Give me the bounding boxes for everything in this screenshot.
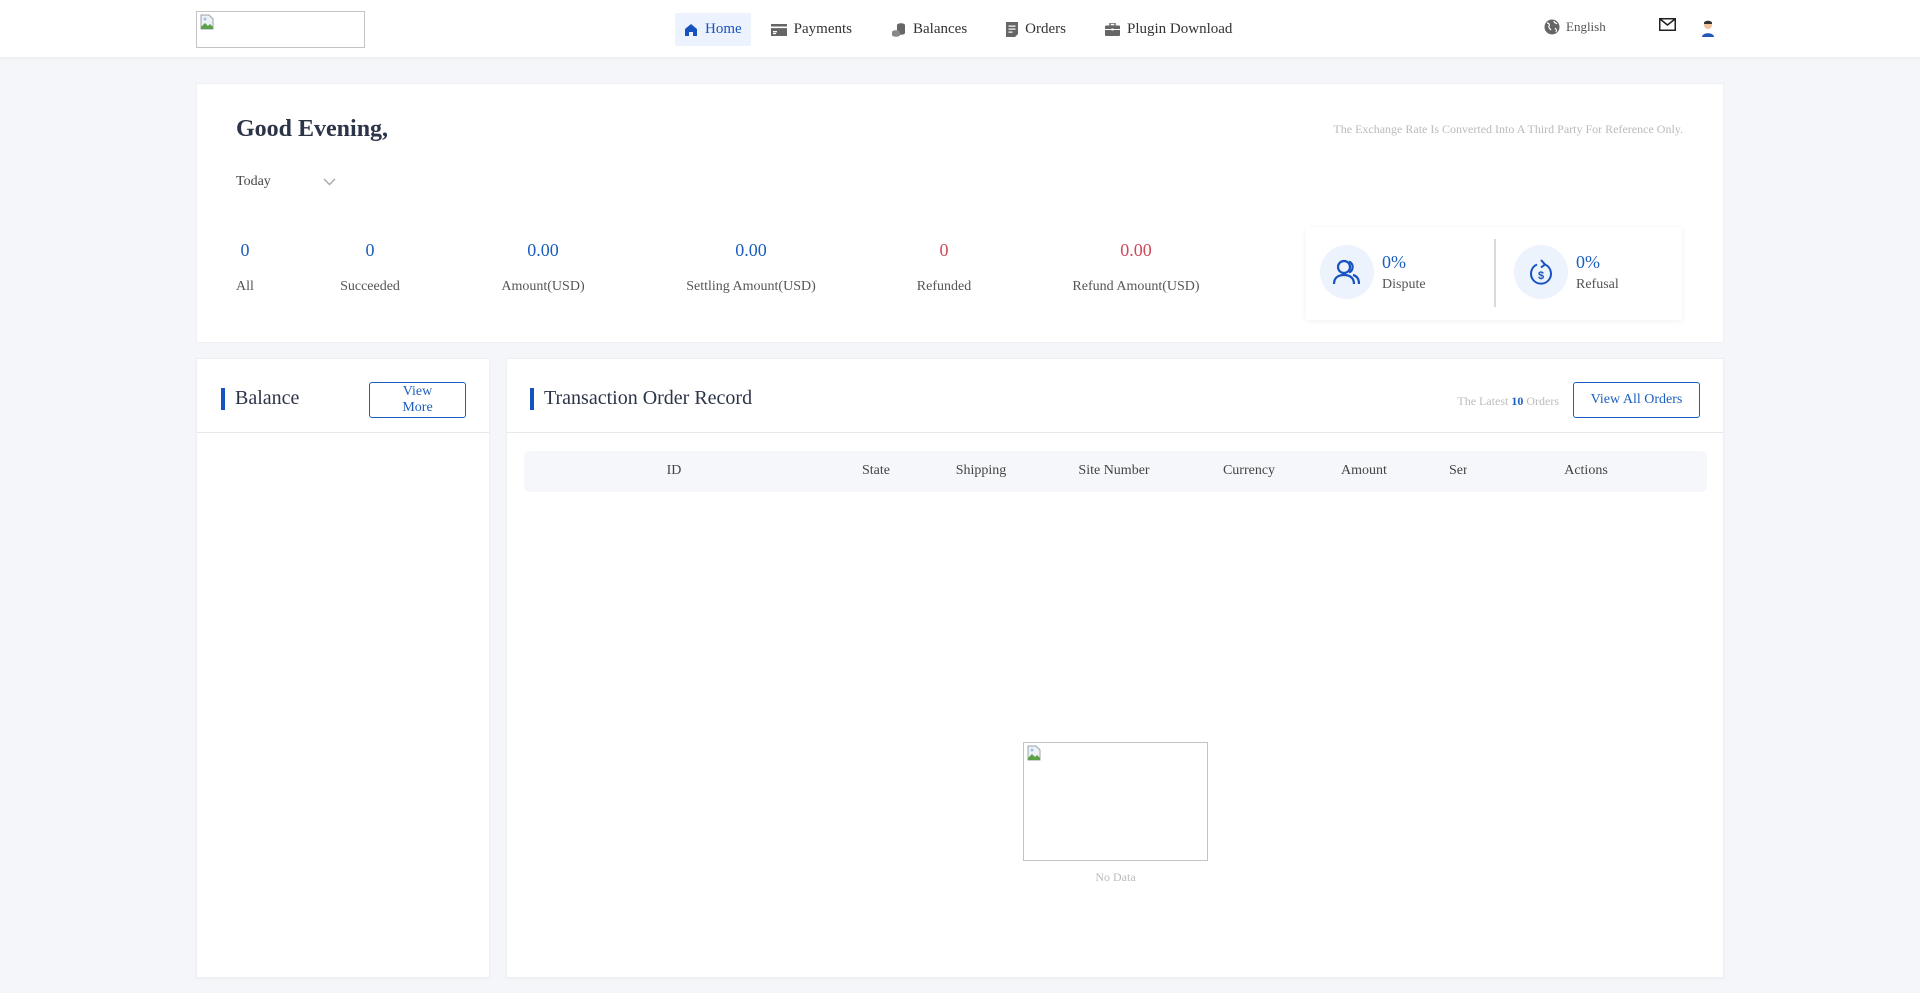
latest-suffix: Orders: [1523, 394, 1559, 408]
nav-item-label: Orders: [1025, 21, 1066, 37]
card-icon: [770, 23, 787, 36]
empty-state: No Data: [1023, 742, 1208, 885]
orders-title-text: Transaction Order Record: [544, 387, 753, 409]
refund-dollar-icon: $: [1530, 259, 1552, 285]
greeting-title: Good Evening,: [236, 116, 389, 142]
stat-value: 0.00: [527, 240, 559, 260]
dispute-icon-circle: [1320, 245, 1374, 299]
dispute-label: Dispute: [1382, 276, 1426, 292]
document-icon: [1006, 22, 1019, 37]
refusal-icon-circle: $: [1514, 245, 1568, 299]
exchange-rate-note: The Exchange Rate Is Converted Into A Th…: [1333, 122, 1683, 136]
summary-card: Good Evening, The Exchange Rate Is Conve…: [196, 83, 1724, 343]
column-header-amount[interactable]: Amount: [1341, 463, 1387, 479]
nav-item-orders[interactable]: Orders: [997, 13, 1075, 46]
period-value: Today: [236, 174, 271, 189]
nav-item-balances[interactable]: Balances: [882, 13, 976, 46]
stat-value: 0.00: [735, 240, 767, 260]
column-header-actions[interactable]: Actions: [1564, 463, 1608, 479]
globe-icon: [1544, 19, 1560, 35]
coins-icon: [892, 23, 906, 37]
dispute-value: 0%: [1382, 251, 1406, 272]
top-navigation-bar: Home Payments Balances Orders Plugin Dow…: [0, 0, 1920, 58]
rate-box: 0% Dispute $ 0% Refusal: [1306, 227, 1682, 320]
stat-label: Settling Amount(USD): [686, 279, 816, 294]
latest-orders-note: The Latest 10 Orders: [1457, 394, 1559, 409]
rate-divider: [1494, 239, 1496, 307]
view-all-orders-button[interactable]: View All Orders: [1573, 382, 1700, 418]
stat-label: Refunded: [916, 279, 972, 294]
stat-all: 0 All: [236, 240, 254, 295]
refusal-value: 0%: [1576, 251, 1600, 272]
column-header-currency[interactable]: Currency: [1223, 463, 1275, 479]
stat-value: 0: [240, 240, 250, 260]
title-accent-bar: [221, 387, 225, 410]
balance-title: Balance: [221, 387, 299, 410]
logo-image[interactable]: [196, 11, 365, 48]
nav-item-plugin-download[interactable]: Plugin Download: [1096, 13, 1241, 46]
latest-prefix: The Latest: [1457, 394, 1512, 408]
nav-item-payments[interactable]: Payments: [762, 13, 861, 46]
empty-state-text: No Data: [1095, 870, 1136, 884]
nav-item-label: Plugin Download: [1126, 21, 1233, 37]
refusal-rate: $ 0% Refusal: [1514, 245, 1619, 299]
language-selector[interactable]: English: [1544, 19, 1606, 35]
refusal-label: Refusal: [1576, 276, 1619, 292]
stat-value: 0.00: [1120, 240, 1152, 260]
balance-panel-header: Balance View More: [197, 359, 489, 433]
nav-item-label: Payments: [793, 21, 853, 37]
balance-panel: Balance View More: [196, 358, 490, 978]
stat-refund-amount: 0.00 Refund Amount(USD): [1072, 240, 1199, 295]
stat-value: 0: [939, 240, 949, 260]
nav-item-label: Balances: [913, 21, 968, 37]
stat-amount: 0.00 Amount(USD): [501, 240, 584, 295]
stat-label: Amount(USD): [501, 279, 585, 294]
language-label: English: [1566, 19, 1606, 34]
stat-succeeded: 0 Succeeded: [340, 240, 400, 295]
stat-label: Refund Amount(USD): [1072, 279, 1200, 294]
nav-item-home[interactable]: Home: [675, 13, 751, 46]
briefcase-icon: [1104, 23, 1120, 36]
period-select[interactable]: Today: [236, 174, 336, 190]
orders-table-header: ID State Shipping Site Number Currency A…: [524, 451, 1707, 492]
broken-image-icon: [200, 14, 214, 30]
svg-text:$: $: [1538, 270, 1544, 282]
column-header-shipping[interactable]: Shipping: [956, 463, 1007, 479]
stat-settling-amount: 0.00 Settling Amount(USD): [686, 240, 816, 295]
empty-state-image: [1023, 742, 1208, 861]
nav-item-label: Home: [705, 21, 742, 37]
column-header-ser[interactable]: Ser: [1449, 463, 1467, 479]
column-header-site-number[interactable]: Site Number: [1078, 463, 1149, 479]
stat-value: 0: [365, 240, 375, 260]
transaction-orders-panel: Transaction Order Record The Latest 10 O…: [506, 358, 1724, 978]
stat-label: Succeeded: [340, 279, 400, 294]
chevron-down-icon: [323, 178, 336, 186]
users-icon: [1333, 259, 1361, 285]
view-more-button[interactable]: View More: [369, 382, 466, 418]
main-nav: Home Payments Balances Orders Plugin Dow…: [675, 13, 1250, 46]
stat-refunded: 0 Refunded: [917, 240, 971, 295]
column-header-state[interactable]: State: [862, 463, 890, 479]
home-icon: [685, 23, 697, 36]
balance-title-text: Balance: [235, 387, 300, 409]
stat-label: All: [236, 279, 254, 294]
title-accent-bar: [530, 387, 534, 410]
dispute-rate: 0% Dispute: [1320, 245, 1426, 299]
orders-title: Transaction Order Record: [530, 387, 752, 410]
broken-image-icon: [1027, 745, 1041, 761]
column-header-id[interactable]: ID: [667, 463, 682, 479]
orders-panel-header: Transaction Order Record The Latest 10 O…: [507, 359, 1723, 433]
latest-count: 10: [1511, 394, 1524, 408]
mail-icon[interactable]: [1659, 18, 1676, 31]
user-avatar-icon[interactable]: [1700, 19, 1716, 37]
